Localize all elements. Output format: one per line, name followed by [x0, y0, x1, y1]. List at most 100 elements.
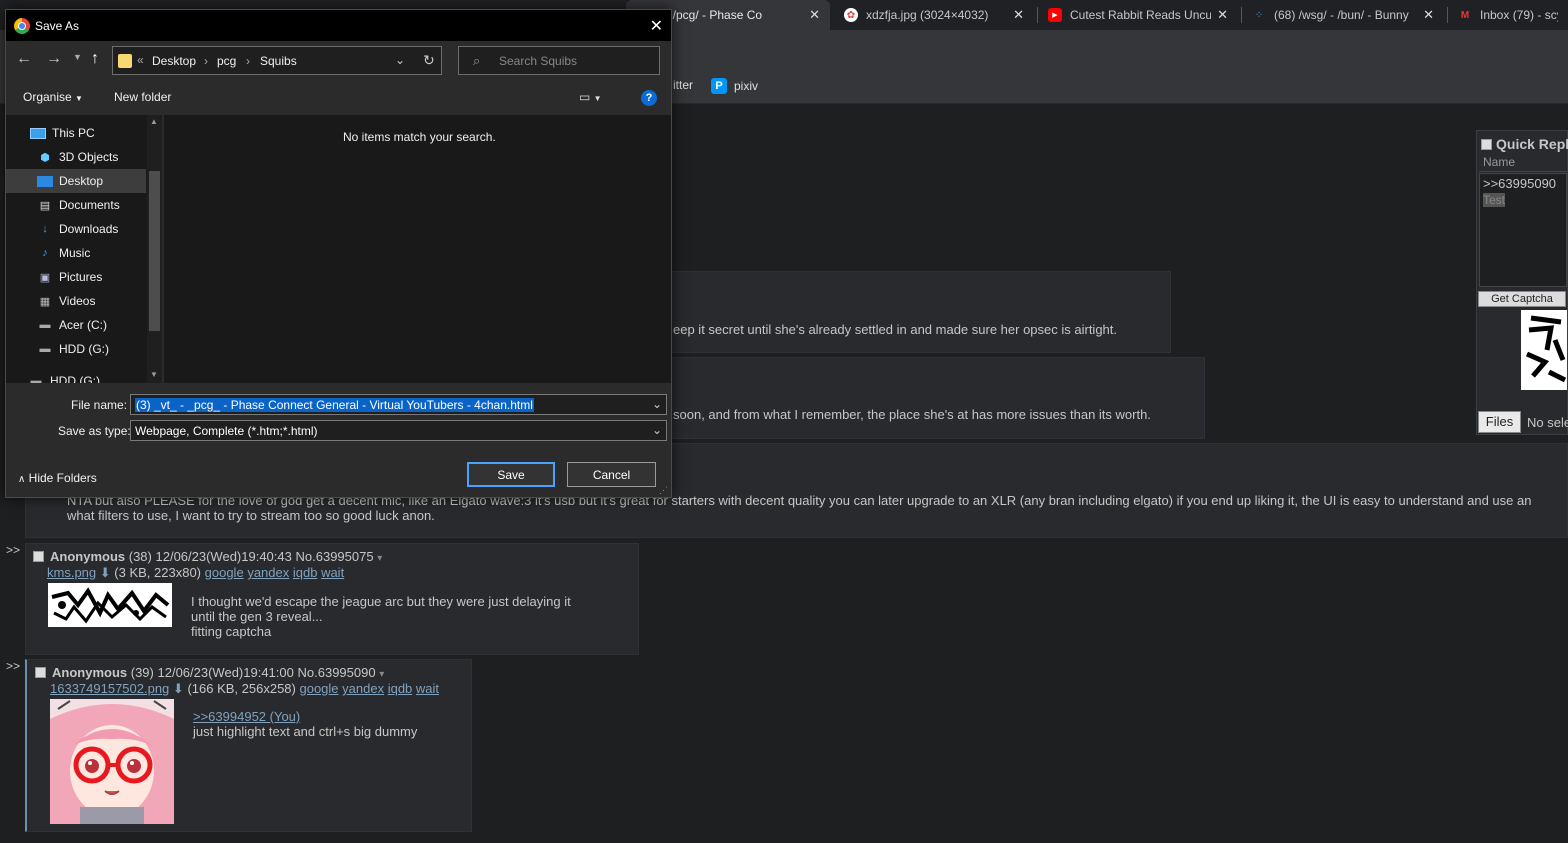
captcha-image — [1521, 310, 1567, 390]
name-input[interactable]: Name — [1479, 153, 1567, 172]
cancel-button[interactable]: Cancel — [567, 462, 656, 487]
chevron-down-icon[interactable]: ⌄ — [652, 397, 662, 411]
bookmark-label: itter — [673, 78, 694, 92]
breadcrumb-pcg[interactable]: pcg — [217, 54, 236, 68]
yandex-link[interactable]: yandex — [342, 681, 384, 696]
iqdb-link[interactable]: iqdb — [293, 565, 318, 580]
poster-name: Anonymous — [52, 665, 128, 680]
file-name-input[interactable]: (3) _vt_ - _pcg_ - Phase Connect General… — [130, 394, 667, 415]
nav-label: Downloads — [59, 222, 119, 236]
chevron-down-icon[interactable]: ⌄ — [652, 423, 662, 437]
nav-hdd-g[interactable]: ▬ HDD (G:) — [6, 337, 146, 361]
nav-acer-c[interactable]: ▬ Acer (C:) — [6, 313, 146, 337]
nav-music[interactable]: ♪ Music — [6, 241, 146, 265]
files-button[interactable]: Files — [1478, 411, 1521, 433]
post-number[interactable]: No.63995090 — [298, 665, 376, 680]
download-icon[interactable]: ⬇ — [173, 681, 184, 696]
close-tab-icon[interactable]: ✕ — [1423, 7, 1434, 23]
drive-c-icon: ▬ — [39, 319, 51, 331]
scroll-down-icon[interactable]: ▼ — [150, 370, 158, 379]
name-placeholder: Name — [1483, 155, 1516, 169]
back-arrow-icon[interactable]: ← — [16, 50, 32, 68]
bookmark-label: pixiv — [734, 79, 759, 93]
hide-folders-button[interactable]: ∧ Hide Folders — [18, 471, 97, 485]
view-options-icon[interactable]: ▭ ▼ — [579, 90, 602, 104]
pictures-icon: ▣ — [39, 271, 51, 284]
breadcrumb-desktop[interactable]: Desktop — [152, 54, 196, 68]
get-captcha-button[interactable]: Get Captcha — [1478, 291, 1566, 307]
resize-grip-icon[interactable]: ⋰ — [659, 485, 668, 496]
search-input[interactable]: ⌕ Search Squibs — [458, 46, 660, 75]
nav-this-pc[interactable]: This PC — [6, 121, 146, 145]
file-link[interactable]: kms.png — [47, 565, 96, 580]
post-menu-icon[interactable]: ▾ — [379, 669, 384, 680]
nav-3d-objects[interactable]: ⬢ 3D Objects — [6, 145, 146, 169]
download-icon[interactable]: ⬇ — [100, 565, 111, 580]
quick-reply-checkbox[interactable] — [1481, 139, 1492, 150]
new-folder-button[interactable]: New folder — [114, 90, 171, 104]
recent-locations-icon[interactable]: ▼ — [73, 52, 82, 62]
google-link[interactable]: google — [205, 565, 244, 580]
nav-label: Music — [59, 246, 91, 260]
nav-label: Documents — [59, 198, 120, 212]
yandex-link[interactable]: yandex — [247, 565, 289, 580]
computer-icon — [30, 127, 46, 139]
nav-desktop[interactable]: Desktop — [6, 169, 146, 193]
nav-downloads[interactable]: ↓ Downloads — [6, 217, 146, 241]
post-checkbox[interactable] — [33, 551, 44, 562]
google-link[interactable]: google — [299, 681, 338, 696]
organise-button[interactable]: Organise ▼ — [23, 90, 83, 104]
nav-documents[interactable]: ▤ Documents — [6, 193, 146, 217]
breadcrumb-squibs[interactable]: Squibs — [260, 54, 297, 68]
scroll-up-icon[interactable]: ▲ — [150, 117, 158, 126]
bookmark-twitter[interactable]: itter — [673, 78, 693, 92]
bookmark-pixiv[interactable]: P pixiv — [711, 78, 758, 94]
post-number[interactable]: No.63995075 — [296, 549, 374, 564]
nav-pictures[interactable]: ▣ Pictures — [6, 265, 146, 289]
post-checkbox[interactable] — [35, 667, 46, 678]
tab-wsg[interactable]: ⁘ (68) /wsg/ - /bun/ - Bunny ✕ — [1242, 0, 1444, 30]
post-body-line: fitting captcha — [191, 624, 272, 639]
nav-scrollbar[interactable]: ▲ ▼ — [147, 115, 162, 383]
file-list[interactable]: No items match your search. — [164, 115, 671, 383]
chevron-down-icon[interactable]: ⌄ — [395, 53, 405, 67]
tab-gmail[interactable]: M Inbox (79) - scyp — [1448, 0, 1568, 30]
file-info: kms.png ⬇ (3 KB, 223x80) google yandex i… — [47, 565, 344, 581]
up-arrow-icon[interactable]: ↑ — [91, 50, 99, 68]
no-file-label: No sele — [1527, 415, 1568, 430]
comment-textarea[interactable]: >>63995090 Test — [1479, 173, 1567, 287]
refresh-icon[interactable]: ↻ — [423, 52, 435, 69]
search-placeholder: Search Squibs — [499, 54, 578, 68]
save-type-select[interactable]: Webpage, Complete (*.htm;*.html) ⌄ — [130, 420, 667, 441]
videos-icon: ▦ — [39, 295, 51, 308]
iqdb-link[interactable]: iqdb — [388, 681, 413, 696]
post-menu-icon[interactable]: ▾ — [377, 553, 382, 564]
close-tab-icon[interactable]: ✕ — [1013, 7, 1024, 23]
quote-link[interactable]: >>63994952 (You) — [193, 709, 300, 724]
nav-label: Videos — [59, 294, 96, 308]
close-tab-icon[interactable]: ✕ — [1217, 7, 1228, 23]
forward-arrow-icon[interactable]: → — [46, 50, 62, 68]
post-text: eep it secret until she's already settle… — [673, 322, 1117, 337]
tab-image[interactable]: ✿ xdzfja.jpg (3024×4032) ✕ — [834, 0, 1034, 30]
nav-label: HDD (G:) — [50, 374, 100, 383]
address-bar[interactable]: « Desktop › pcg › Squibs ⌄ ↻ — [112, 46, 442, 75]
tab-youtube[interactable]: ▶ Cutest Rabbit Reads Uncu ✕ — [1038, 0, 1238, 30]
youtube-icon: ▶ — [1048, 8, 1062, 22]
chrome-icon — [14, 17, 30, 34]
wait-link[interactable]: wait — [416, 681, 439, 696]
close-tab-icon[interactable]: ✕ — [809, 7, 820, 23]
tab-title: Cutest Rabbit Reads Uncu — [1070, 8, 1212, 22]
wait-link[interactable]: wait — [321, 565, 344, 580]
nav-label: Pictures — [59, 270, 103, 284]
nav-hdd-g-2[interactable]: ▬ HDD (G:) — [6, 369, 146, 383]
captcha-thumbnail[interactable] — [48, 583, 172, 627]
save-button[interactable]: Save — [467, 462, 555, 487]
nav-videos[interactable]: ▦ Videos — [6, 289, 146, 313]
scrollbar-thumb[interactable] — [149, 171, 160, 331]
anime-girl-thumbnail[interactable] — [50, 699, 174, 824]
file-link[interactable]: 1633749157502.png — [50, 681, 169, 696]
close-icon[interactable]: ✕ — [650, 16, 663, 36]
organise-label: Organise — [23, 90, 72, 104]
help-icon[interactable]: ? — [641, 90, 657, 106]
